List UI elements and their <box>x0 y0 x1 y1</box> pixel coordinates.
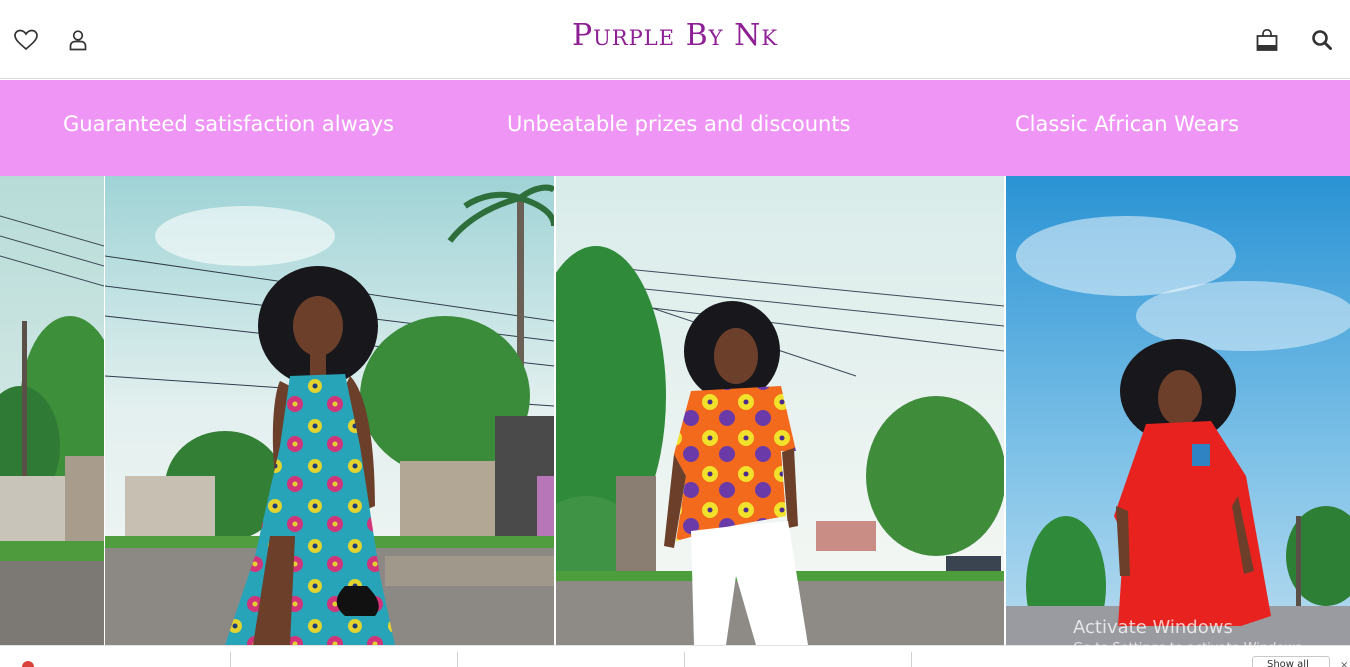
activation-watermark: Activate Windows Go to Settings to activ… <box>1073 617 1306 658</box>
gallery-slide-blue-dress[interactable] <box>105 176 554 645</box>
record-icon <box>22 661 34 667</box>
watermark-subtitle: Go to Settings to activate Windows. <box>1073 641 1306 656</box>
banner-item-satisfaction: Guaranteed satisfaction always <box>63 112 394 136</box>
close-icon[interactable]: × <box>1340 660 1348 667</box>
banner-item-african-wears: Classic African Wears <box>1015 112 1240 136</box>
gallery-slide-street[interactable] <box>0 176 104 645</box>
promo-banner: Guaranteed satisfaction always Unbeatabl… <box>0 80 1350 176</box>
site-header: Purple By Nk <box>0 0 1350 79</box>
divider <box>684 652 685 667</box>
divider <box>911 652 912 667</box>
brand-name[interactable]: Purple By Nk <box>572 18 778 53</box>
gallery-slide-orange-top[interactable] <box>556 176 1004 645</box>
banner-item-discounts: Unbeatable prizes and discounts <box>507 112 851 136</box>
product-gallery <box>0 176 1350 645</box>
search-icon[interactable] <box>1308 26 1336 54</box>
brand-logo: Purple By Nk <box>0 18 1350 54</box>
file-icon <box>479 660 487 667</box>
shopping-bag-icon[interactable] <box>1253 26 1281 54</box>
file-icon <box>706 660 714 667</box>
file-icon <box>252 660 260 667</box>
gallery-slide-red-dress[interactable] <box>1006 176 1350 645</box>
divider <box>230 652 231 667</box>
divider <box>457 652 458 667</box>
watermark-title: Activate Windows <box>1073 617 1233 638</box>
